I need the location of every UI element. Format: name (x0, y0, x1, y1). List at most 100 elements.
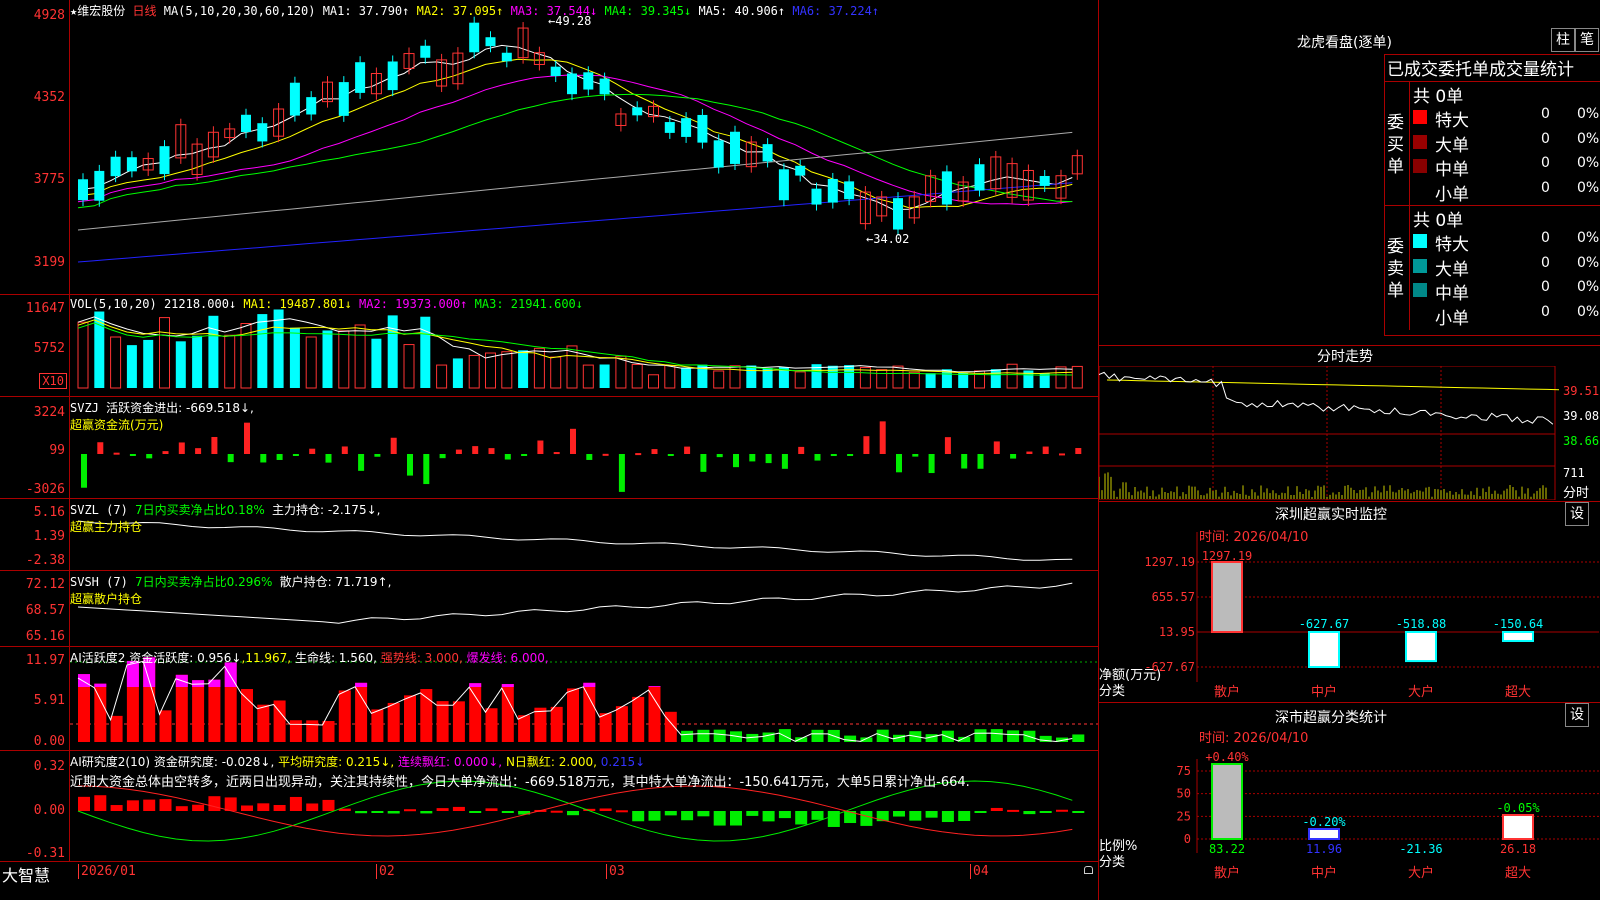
activity-bar (485, 708, 498, 742)
research-bar-pos (436, 808, 449, 811)
svzl-ratio: 7日内买卖净占比0.18% (135, 503, 265, 517)
kline-chart[interactable] (70, 0, 1098, 294)
order-row: 大单 0 0% (1411, 131, 1600, 156)
order-count: 0 (1541, 254, 1550, 271)
research-bar-neg (681, 811, 694, 821)
volume-bar-down (143, 339, 154, 388)
volume-pane[interactable]: 11647 5752 X10 VOL(5,10,20) 21218.000↓ M… (0, 295, 1098, 397)
flow-bar-in (651, 449, 658, 454)
volume-ytick: 5752 (33, 341, 65, 356)
intraday-chart[interactable] (1099, 366, 1559, 500)
monitor-category: 超大 (1505, 685, 1531, 700)
activity-bar (404, 695, 416, 742)
research-bar-pos (159, 799, 172, 811)
flow-bar-in (798, 446, 805, 454)
classify-bar-change: -0.05% (1496, 801, 1540, 815)
activity-bar (338, 690, 351, 742)
classify-bar-change: -0.20% (1302, 815, 1346, 829)
volume-bar-up (550, 356, 562, 389)
flow-bar-out (961, 454, 968, 469)
svzj-axis: 3224 99 -3026 (0, 397, 70, 498)
ai-activity-axis: 11.97 5.91 0.00 (0, 647, 70, 750)
svsh-pane[interactable]: 72.12 68.57 65.16 SVSH (7) 7日内买卖净占比0.296… (0, 571, 1098, 647)
intraday-avg-line (1106, 379, 1559, 391)
kline-ytick: 4352 (33, 90, 65, 105)
candle-down (420, 45, 431, 58)
volume-bar-down (599, 364, 610, 388)
svzl-subtitle: 超赢主力持仓 (70, 520, 143, 534)
activity-bar (648, 686, 661, 742)
vol-ma3-line (77, 322, 1073, 376)
flow-bar-out (1010, 454, 1017, 459)
research-bar-neg (795, 811, 808, 825)
intraday-panel[interactable]: 分时走势 39.51 39.08 38.66 711 分时 (1099, 346, 1600, 502)
research-bar-neg (469, 811, 482, 813)
flow-bar-in (1026, 451, 1033, 454)
activity-bar (795, 737, 808, 742)
period-label[interactable]: 日线 (132, 4, 156, 18)
order-row: 中单 0 0% (1411, 279, 1600, 304)
flow-bar-out (700, 454, 707, 472)
bar-view-button[interactable]: 柱 (1551, 28, 1575, 52)
candle-down (126, 157, 137, 172)
activity-bar (110, 715, 123, 742)
svzj-ytick: -3026 (25, 482, 65, 497)
realtime-monitor-panel[interactable]: 深圳超赢实时监控 设 时间: 2026/04/10 净额(万元) 分类 1297… (1099, 502, 1600, 703)
order-pct: 0% (1577, 303, 1600, 320)
flow-bar-in (455, 449, 462, 454)
ai-research-pane[interactable]: 0.32 0.00 -0.31 AI研究度2(10) 资金研究度: -0.028… (0, 751, 1098, 862)
stock-name[interactable]: 维宏股份 (77, 4, 125, 18)
volume-bar-up (224, 334, 236, 389)
research-bar-pos (289, 796, 302, 811)
volume-bar-down (827, 365, 838, 388)
classify-category: 大户 (1408, 865, 1434, 881)
ai-activity-ytick: 0.00 (33, 734, 65, 749)
activity-bar (713, 729, 726, 742)
order-row: 大单 0 0% (1411, 254, 1600, 280)
candle-down (355, 62, 366, 93)
volume-bar-up (664, 365, 676, 389)
classify-chart[interactable]: 75 50 25 0 +0.40% 83.22 散户 -0.20% 11.96 中户 -21.36 大… (1099, 703, 1599, 900)
intraday-vol-tick: 711 (1563, 466, 1585, 480)
svsh-axis: 72.12 68.57 65.16 (0, 571, 70, 646)
brand-logo[interactable]: 大智慧 (2, 862, 50, 886)
activity-bar (501, 684, 514, 742)
research-bar-neg (501, 811, 514, 813)
flow-bar-in (309, 448, 316, 454)
candle-down (501, 52, 512, 62)
tick-view-button[interactable]: 笔 (1575, 28, 1599, 52)
monitor-chart[interactable]: 1297.19 655.57 13.95 -627.67 1297.19 散户 -627.6… (1099, 502, 1599, 702)
flow-bar-out (749, 454, 756, 462)
ai-activity-pane[interactable]: 11.97 5.91 0.00 AI活跃度2 资金活跃度: 0.956↓,11.… (0, 647, 1098, 751)
intraday-price-tick: 39.08 (1563, 409, 1600, 423)
order-row: 小单 0 0% (1411, 180, 1600, 205)
research-bar-pos (306, 803, 319, 811)
svzj-ytick: 3224 (33, 405, 65, 420)
monitor-category: 中户 (1311, 684, 1337, 700)
lock-icon[interactable] (1084, 866, 1093, 874)
svzl-pane[interactable]: 5.16 1.39 -2.38 SVZL (7) 7日内买卖净占比0.18% 主… (0, 499, 1098, 571)
volume-bar-up (338, 330, 350, 389)
svsh-subtitle: 超赢散户持仓 (70, 592, 143, 606)
monitor-category: 大户 (1408, 684, 1434, 700)
candle-down (289, 82, 300, 116)
flow-bar-out (504, 454, 511, 460)
volume-bar-down (208, 315, 219, 388)
classify-panel[interactable]: 深市超赢分类统计 设 时间: 2026/04/10 比例% 分类 75 50 25 0… (1099, 703, 1600, 900)
svzj-pane[interactable]: 3224 99 -3026 SVZJ 活跃资金进出: -669.518↓, 超赢… (0, 397, 1098, 499)
research-bar-pos (322, 799, 335, 811)
flow-bar-out (977, 454, 984, 469)
volume-ma1: MA1: 19487.801↓ (243, 297, 352, 311)
activity-bar (681, 730, 694, 742)
volume-bar-down (1039, 373, 1050, 388)
date-tick: 02 (376, 864, 395, 879)
svsh-ytick: 68.57 (25, 603, 65, 618)
flow-bar-in (195, 448, 202, 454)
kline-pane[interactable]: 4928 4352 3775 3199 ★维宏股份 日线 MA(5,10,20,… (0, 0, 1098, 295)
svzl-ytick: -2.38 (25, 553, 65, 568)
order-count: 0 (1541, 303, 1550, 320)
volume-bar-down (925, 373, 936, 388)
activity-bar (289, 720, 302, 742)
flow-bar-out (586, 454, 593, 460)
volume-ma3: MA3: 21941.600↓ (474, 297, 584, 311)
